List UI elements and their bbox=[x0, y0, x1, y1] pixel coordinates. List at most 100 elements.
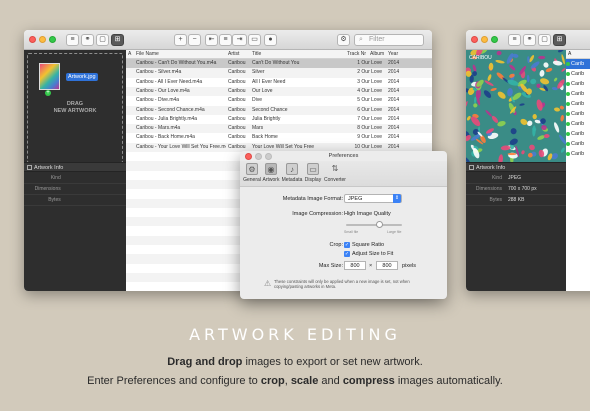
table-cell: Caribou - Mars.m4a bbox=[136, 125, 181, 132]
search-icon: ⌕ bbox=[359, 36, 363, 43]
artwork-view-icon[interactable]: ⊞ bbox=[553, 34, 566, 46]
add-button[interactable]: + bbox=[174, 34, 187, 46]
adjust-size-checkbox[interactable]: ✓ bbox=[344, 251, 350, 257]
status-dot-icon bbox=[566, 132, 570, 136]
right-list-header: A bbox=[566, 50, 590, 59]
document-icon[interactable]: ▢ bbox=[538, 34, 551, 46]
tab-metadata[interactable]: ♪ Metadata bbox=[281, 163, 303, 183]
column-header-1[interactable]: File Name bbox=[136, 50, 226, 59]
format-select[interactable]: JPEG ⇕ bbox=[344, 194, 402, 203]
list-view-icon[interactable]: ≡ bbox=[508, 34, 521, 46]
table-row[interactable]: Caribou - Julia Brightly.m4a Caribou Julia… bbox=[126, 115, 432, 124]
column-header-4[interactable]: Track Nr bbox=[320, 50, 366, 59]
import-icon[interactable]: ⇤ bbox=[205, 34, 218, 46]
list-item[interactable]: Carib bbox=[566, 59, 590, 69]
table-row[interactable]: Caribou - Mars.m4a Caribou Mars 8 Our Love 2… bbox=[126, 124, 432, 134]
square-ratio-checkbox[interactable]: ✓ bbox=[344, 242, 350, 248]
small-file-label: Small file bbox=[344, 230, 359, 234]
info-key: Bytes bbox=[489, 197, 502, 203]
list-item[interactable]: Carib bbox=[566, 119, 590, 129]
table-row[interactable]: Caribou - All I Ever Need.m4a Caribou All … bbox=[126, 78, 432, 87]
list-item[interactable]: Carib bbox=[566, 139, 590, 149]
tab-label: Artwork bbox=[262, 177, 280, 183]
tab-display[interactable]: ▭ Display bbox=[302, 163, 324, 183]
artwork-drop-zone[interactable]: Artwork.jpg + DRAG NEW ARTWORK bbox=[27, 53, 123, 163]
list-item[interactable]: Carib bbox=[566, 89, 590, 99]
general-icon: ⚙ bbox=[246, 163, 258, 175]
info-key: Dimensions bbox=[475, 186, 502, 192]
table-cell: 7 Our Love bbox=[357, 115, 382, 122]
table-cell: 8 Our Love bbox=[357, 125, 382, 132]
export-icon[interactable]: ≡ bbox=[219, 34, 232, 46]
table-cell: All I Ever Need bbox=[252, 78, 286, 85]
list-item[interactable]: Carib bbox=[566, 79, 590, 89]
search-input[interactable]: ⌕ Filter bbox=[354, 34, 424, 46]
link-icon[interactable]: ⚭ bbox=[81, 34, 94, 46]
list-item[interactable]: Carib bbox=[566, 149, 590, 159]
list-item[interactable]: Carib bbox=[566, 99, 590, 109]
table-cell: Caribou - Second Chance.m4a bbox=[136, 106, 205, 113]
pixels-label: pixels bbox=[402, 263, 417, 269]
caption-text: Enter Preferences and configure to bbox=[87, 375, 261, 387]
max-width-field[interactable]: 800 bbox=[344, 261, 366, 270]
list-item[interactable]: Carib bbox=[566, 69, 590, 79]
artwork-info-header[interactable]: Artwork Info bbox=[466, 162, 566, 172]
minimize-button[interactable] bbox=[39, 36, 46, 43]
close-button[interactable] bbox=[29, 36, 36, 43]
list-view-icon[interactable]: ≡ bbox=[66, 34, 79, 46]
stop-icon[interactable]: ● bbox=[264, 34, 277, 46]
compression-slider[interactable] bbox=[346, 224, 402, 226]
table-cell: 3 Our Love bbox=[357, 78, 382, 85]
caption-text: images automatically. bbox=[394, 375, 503, 387]
info-key: Bytes bbox=[48, 197, 61, 203]
document-icon[interactable]: ▢ bbox=[96, 34, 109, 46]
move-icon[interactable]: ⇥ bbox=[232, 34, 247, 46]
column-header-6[interactable]: Year bbox=[388, 50, 408, 59]
table-row[interactable]: Caribou - Second Chance.m4a Caribou Second… bbox=[126, 105, 432, 115]
table-row[interactable]: Caribou - Silver.m4a Caribou Silver 2 Our L… bbox=[126, 68, 432, 78]
table-cell: 5 Our Love bbox=[357, 97, 382, 104]
table-cell: Caribou bbox=[228, 78, 246, 85]
column-header-3[interactable]: Title bbox=[252, 50, 318, 59]
max-height-field[interactable]: 800 bbox=[376, 261, 398, 270]
table-header: A File Name Artist Title Track Nr Album Year bbox=[126, 50, 432, 59]
list-item[interactable]: Carib bbox=[566, 109, 590, 119]
table-row[interactable]: Caribou - Dive.m4a Caribou Dive 5 Our Love 2… bbox=[126, 96, 432, 105]
column-header-0[interactable]: A bbox=[128, 50, 136, 59]
display-icon: ▭ bbox=[307, 163, 319, 175]
tab-artwork[interactable]: ◉ Artwork bbox=[260, 163, 282, 183]
zoom-button[interactable] bbox=[49, 36, 56, 43]
artwork-view-icon[interactable]: ⊞ bbox=[111, 34, 124, 46]
artwork-info-header[interactable]: Artwork Info bbox=[24, 162, 126, 172]
table-cell: Dive bbox=[252, 97, 263, 104]
column-header-5[interactable]: Album bbox=[370, 50, 388, 59]
info-value: JPEG bbox=[508, 175, 522, 181]
tab-converter[interactable]: ⇅ Converter bbox=[323, 163, 347, 183]
tab-label: General bbox=[243, 177, 261, 183]
table-cell: 9 Our Love bbox=[357, 134, 382, 141]
artwork-confetti-shape bbox=[538, 55, 546, 60]
album-cover-artwork[interactable]: CARIBOU bbox=[466, 50, 566, 162]
compression-slider-knob[interactable] bbox=[376, 221, 384, 228]
minimize-button[interactable] bbox=[481, 36, 488, 43]
close-button[interactable] bbox=[471, 36, 478, 43]
folder-icon[interactable]: ▭ bbox=[248, 34, 261, 46]
info-row-bytes: Bytes bbox=[24, 195, 126, 206]
table-row[interactable]: Caribou - Can't Do Without You.m4a Caribo… bbox=[126, 59, 432, 69]
list-item-label: Carib bbox=[571, 81, 585, 87]
table-cell: 2014 bbox=[388, 78, 400, 85]
table-cell: 4 Our Love bbox=[357, 87, 382, 94]
list-item[interactable]: Carib bbox=[566, 129, 590, 139]
remove-button[interactable]: − bbox=[188, 34, 201, 46]
format-label: Metadata Image Format: bbox=[282, 196, 343, 202]
table-row[interactable]: Caribou - Back Home.m4a Caribou Back Home 9… bbox=[126, 133, 432, 142]
settings-icon[interactable]: ⚙ bbox=[337, 34, 350, 46]
column-header-2[interactable]: Artist bbox=[228, 50, 250, 59]
table-cell: Caribou bbox=[228, 134, 246, 141]
artwork-icon: ◉ bbox=[265, 163, 277, 175]
constraints-footnote: These constraints will only be applied w… bbox=[274, 279, 410, 289]
table-row[interactable]: Caribou - Our Love.m4a Caribou Our Love 4 O… bbox=[126, 86, 432, 97]
info-value: 700 x 700 px bbox=[508, 186, 537, 192]
zoom-button[interactable] bbox=[491, 36, 498, 43]
link-icon[interactable]: ⚭ bbox=[523, 34, 536, 46]
